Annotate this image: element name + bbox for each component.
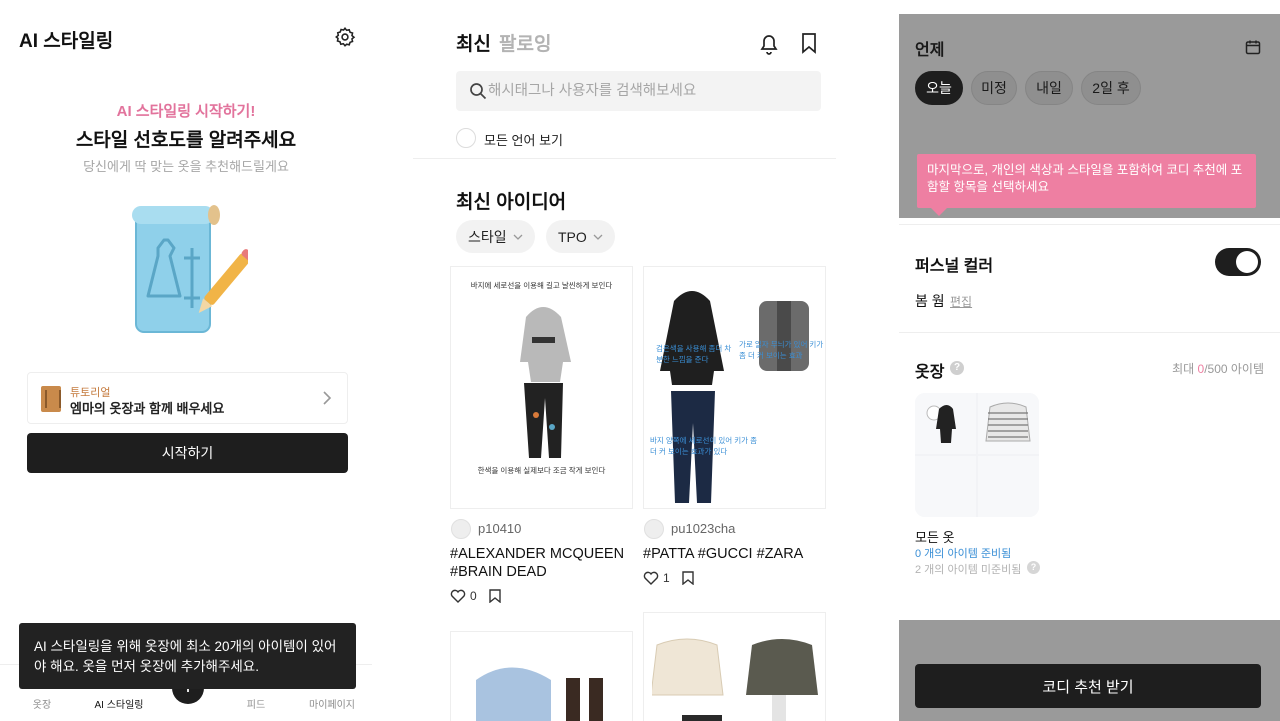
styling-subline: 당신에게 딱 맞는 옷을 추천해드릴게요 [83, 159, 289, 174]
tooltip: 마지막으로, 개인의 색상과 스타일을 포함하여 코디 추천에 포함할 항목을 … [917, 154, 1256, 216]
divider [899, 332, 1280, 333]
toggle-knob [1236, 251, 1258, 273]
ai-styling-screen: AI 스타일링 AI 스타일링 시작하기! 스타일 선호도를 알려주세요 당신에… [0, 0, 372, 721]
personal-color-toggle[interactable] [1215, 248, 1261, 276]
tab-latest[interactable]: 최신 [456, 29, 491, 56]
chevron-down-icon [593, 234, 603, 240]
hashtag[interactable]: #PATTA #GUCCI #ZARA [643, 545, 803, 563]
avatar[interactable] [644, 519, 664, 539]
post-caption-bottom: 한색을 이용해 실제보다 조금 작게 보인다 [477, 466, 606, 475]
day-chip-undecided[interactable]: 미정 [971, 71, 1017, 105]
outfit-image [660, 291, 809, 503]
day-chip-tomorrow[interactable]: 내일 [1025, 71, 1073, 105]
post-caption-c: 바지 양쪽에 세로선이 있어 키가 좀 더 커 보이는 효과가 있다 [650, 436, 758, 456]
calendar-icon[interactable] [1245, 39, 1261, 55]
chevron-right-icon [323, 391, 332, 405]
post-caption-top: 바지에 세로선을 이용해 길고 날씬하게 보인다 [470, 281, 613, 290]
filter-style-label: 스타일 [468, 228, 507, 245]
heart-icon[interactable] [643, 571, 659, 585]
tutorial-title: 엠마의 옷장과 함께 배우세요 [70, 401, 225, 416]
tutorial-card[interactable]: 튜토리얼 엠마의 옷장과 함께 배우세요 [27, 372, 348, 424]
bookmark-icon[interactable] [801, 32, 817, 54]
bell-icon[interactable] [758, 31, 780, 55]
styling-headline: 스타일 선호도를 알려주세요 [75, 130, 297, 151]
post-caption-b: 가로 일자 무늬가 있어 키가 좀 더 커 보이는 효과 [739, 340, 824, 360]
tab-following[interactable]: 팔로잉 [499, 29, 551, 56]
hashtag[interactable]: #BRAIN DEAD [450, 563, 624, 581]
toast-message: AI 스타일링을 위해 옷장에 최소 20개의 아이템이 있어야 해요. 옷을 … [19, 623, 356, 689]
like-count: 0 [470, 589, 477, 603]
all-languages-checkbox[interactable] [456, 128, 476, 148]
like-count: 1 [663, 571, 670, 585]
book-icon [41, 386, 61, 412]
search-input[interactable] [488, 71, 808, 111]
coordination-screen: 언제 오늘 미정 내일 2일 후 마지막으로, 개인의 색상과 스타일을 포함하… [899, 14, 1280, 721]
post-card-4[interactable] [643, 612, 826, 721]
dress-clipboard-illustration [132, 205, 248, 333]
avatar[interactable] [451, 519, 471, 539]
hashtag[interactable]: #ALEXANDER MCQUEEN [450, 545, 624, 563]
post-username[interactable]: p10410 [478, 521, 521, 536]
outfit-image [520, 307, 571, 458]
start-button[interactable]: 시작하기 [27, 433, 348, 473]
chevron-down-icon [513, 234, 523, 240]
post-username[interactable]: pu1023cha [671, 521, 735, 536]
page-title: AI 스타일링 [19, 31, 114, 52]
wardrobe-folder-all[interactable] [915, 393, 1039, 517]
help-icon[interactable]: ? [1027, 561, 1040, 574]
outfit-image [476, 667, 603, 721]
outfit-thumbnail [926, 405, 956, 443]
max-items-prefix: 최대 [1172, 362, 1198, 376]
all-languages-label: 모든 언어 보기 [484, 133, 563, 148]
heart-icon[interactable] [450, 589, 466, 603]
folder-thumb [915, 393, 976, 454]
nav-item-feed[interactable]: 피드 [221, 696, 291, 711]
divider [899, 224, 1280, 225]
when-title: 언제 [915, 42, 945, 59]
ready-count: 0 개의 아이템 준비됨 [915, 548, 1012, 560]
get-recommendation-button[interactable]: 코디 추천 받기 [915, 664, 1261, 708]
styling-kicker: AI 스타일링 시작하기! [116, 103, 256, 120]
folder-thumb [978, 456, 1039, 517]
max-items: 최대 0/500 아이템 [1172, 360, 1264, 377]
post-reactions: 1 [643, 571, 694, 585]
outfit-thumbnail [985, 402, 1031, 442]
post-card-3[interactable] [450, 631, 633, 721]
bookmark-icon[interactable] [488, 589, 501, 603]
day-chip-in-two-days[interactable]: 2일 후 [1081, 71, 1141, 105]
post-hashtags: #ALEXANDER MCQUEEN #BRAIN DEAD [450, 545, 624, 581]
section-title: 최신 아이디어 [456, 192, 567, 213]
post-hashtags: #PATTA #GUCCI #ZARA [643, 545, 803, 563]
post-card-1[interactable]: 바지에 세로선을 이용해 길고 날씬하게 보인다 한색을 이용해 실제보다 조금… [450, 266, 633, 509]
max-items-suffix: /500 아이템 [1204, 362, 1264, 376]
day-chip-today[interactable]: 오늘 [915, 71, 963, 105]
nav-item-closet[interactable]: 옷장 [7, 696, 77, 711]
not-ready-count: 2 개의 아이템 미준비됨 [915, 564, 1022, 576]
outfit-image [652, 638, 818, 721]
nav-item-ai-styling[interactable]: AI 스타일링 [84, 696, 154, 711]
feed-screen: 최신 팔로잉 모든 언어 보기 최신 아이디어 스타일 TPO 바지에 세로선을… [413, 0, 836, 721]
personal-color-title: 퍼스널 컬러 [915, 258, 994, 275]
folder-thumb [978, 393, 1039, 454]
gear-icon[interactable] [334, 26, 356, 48]
nav-item-mypage[interactable]: 마이페이지 [297, 696, 367, 711]
filter-tpo[interactable]: TPO [546, 220, 615, 253]
folder-thumb [915, 456, 976, 517]
folder-name: 모든 옷 [915, 530, 955, 545]
help-icon[interactable]: ? [950, 361, 964, 375]
bookmark-icon[interactable] [681, 571, 694, 585]
search-icon [470, 83, 487, 100]
post-reactions: 0 [450, 589, 501, 603]
search-bar[interactable] [456, 71, 821, 111]
personal-color-value: 봄 웜 [915, 293, 945, 309]
edit-link[interactable]: 편집 [950, 293, 972, 310]
wardrobe-title: 옷장 [915, 364, 945, 381]
divider [413, 158, 836, 159]
post-card-2[interactable]: 검은색을 사용해 좀더 차분한 느낌을 준다 가로 일자 무늬가 있어 키가 좀… [643, 266, 826, 509]
filter-tpo-label: TPO [558, 228, 587, 245]
filter-style[interactable]: 스타일 [456, 220, 535, 253]
post-caption-a: 검은색을 사용해 좀더 차분한 느낌을 준다 [656, 344, 732, 364]
